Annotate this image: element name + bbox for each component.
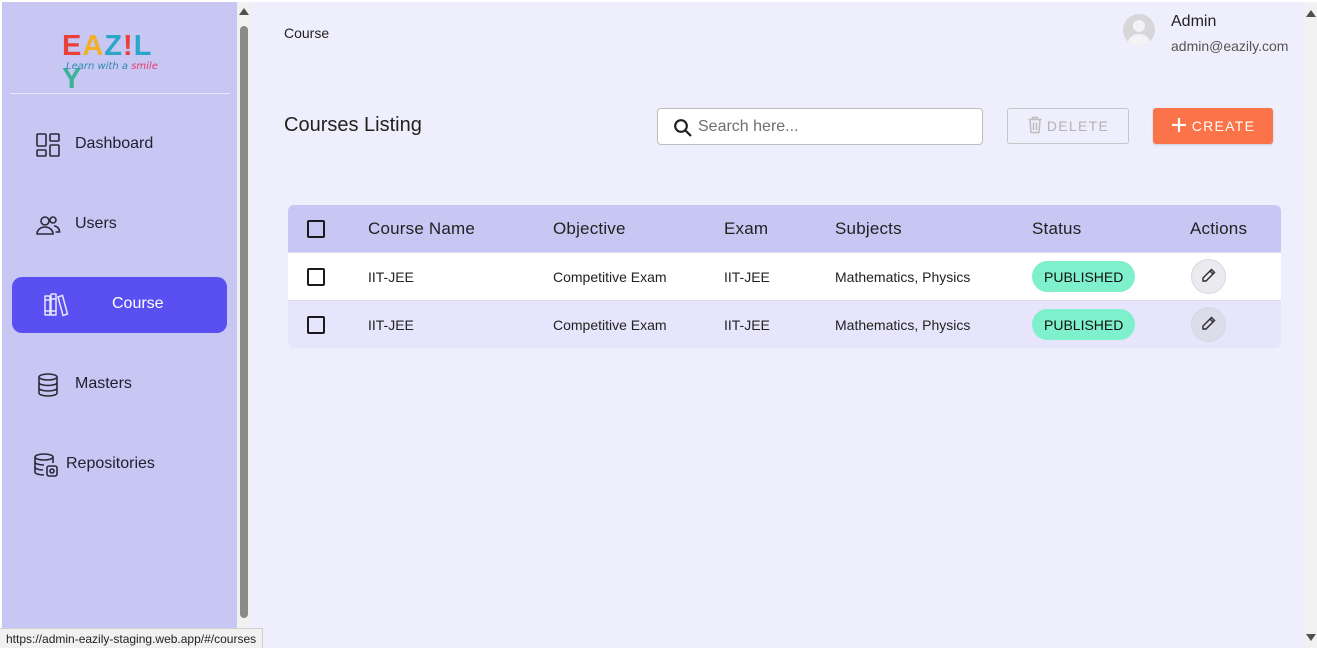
sidebar-item-label: Masters	[75, 375, 132, 392]
sidebar-item-label: Users	[75, 215, 117, 232]
row-checkbox[interactable]	[307, 267, 325, 286]
column-header-exam[interactable]: Exam	[724, 205, 768, 252]
subjects-cell: Mathematics, Physics	[835, 316, 971, 333]
sidebar-item-label: Dashboard	[75, 135, 154, 152]
eazily-logo[interactable]: EAZ!LY Learn with a smile	[60, 30, 172, 95]
user-name: Admin	[1171, 13, 1217, 30]
column-header-course-name[interactable]: Course Name	[368, 205, 475, 252]
logo-letter: A	[82, 30, 105, 62]
column-header-status[interactable]: Status	[1032, 205, 1081, 252]
avatar-body	[1128, 34, 1150, 46]
avatar[interactable]	[1123, 14, 1155, 46]
course-name-cell: IIT-JEE	[368, 268, 414, 285]
exam-cell: IIT-JEE	[724, 316, 770, 333]
scroll-up-icon[interactable]	[1306, 10, 1316, 17]
logo-letter: E	[62, 30, 83, 62]
objective-cell: Competitive Exam	[553, 268, 667, 285]
browser-status-url: https://admin-eazily-staging.web.app/#/c…	[0, 628, 264, 648]
avatar-head	[1133, 20, 1145, 32]
subjects-cell: Mathematics, Physics	[835, 268, 971, 285]
courses-table: Course Name Objective Exam Subjects Stat…	[288, 205, 1281, 348]
delete-button[interactable]: DELETE	[1007, 108, 1129, 144]
status-badge: PUBLISHED	[1032, 309, 1136, 340]
column-header-subjects[interactable]: Subjects	[835, 205, 902, 252]
main-content: Course Admin admin@eazily.com Courses Li…	[251, 2, 1304, 648]
database-icon	[34, 371, 62, 399]
edit-button[interactable]	[1191, 307, 1226, 342]
sidebar-item-course[interactable]: Course	[12, 277, 227, 333]
sidebar-item-label: Course	[112, 295, 164, 312]
sidebar: EAZ!LY Learn with a smile Dashboard User…	[2, 2, 237, 648]
column-header-actions: Actions	[1190, 218, 1248, 238]
create-button-label: CREATE	[1191, 118, 1256, 134]
row-select-cell	[307, 301, 325, 348]
search-icon	[673, 118, 693, 138]
objective-cell: Competitive Exam	[553, 316, 667, 333]
logo-letter: Z	[104, 30, 124, 62]
page-scrollbar[interactable]	[1304, 2, 1317, 648]
user-email: admin@eazily.com	[1171, 38, 1289, 54]
scroll-down-icon[interactable]	[1306, 634, 1316, 641]
search-input[interactable]	[698, 115, 968, 139]
status-cell: PUBLISHED	[1032, 253, 1136, 300]
table-header: Course Name Objective Exam Subjects Stat…	[288, 205, 1281, 252]
logo-tagline: Learn with a smile	[66, 61, 158, 72]
row-select-cell	[307, 253, 325, 300]
logo-letter: !	[123, 30, 134, 62]
sidebar-divider	[10, 93, 230, 94]
logo-tagline-prefix: Learn with a	[66, 61, 132, 72]
scroll-up-icon[interactable]	[239, 8, 249, 15]
sidebar-scrollbar[interactable]	[237, 2, 251, 648]
sidebar-item-dashboard[interactable]: Dashboard	[12, 117, 227, 173]
search-box[interactable]	[657, 108, 983, 145]
row-checkbox[interactable]	[307, 315, 325, 334]
plus-icon	[1171, 117, 1187, 136]
books-icon	[42, 291, 70, 319]
trash-icon	[1027, 116, 1043, 137]
table-row[interactable]: IIT-JEE Competitive Exam IIT-JEE Mathema…	[288, 300, 1281, 348]
logo-tagline-smile: smile	[131, 61, 158, 72]
select-all-cell	[307, 205, 325, 252]
course-name-cell: IIT-JEE	[368, 316, 414, 333]
table-row[interactable]: IIT-JEE Competitive Exam IIT-JEE Mathema…	[288, 252, 1281, 300]
status-badge: PUBLISHED	[1032, 261, 1136, 292]
sidebar-item-repositories[interactable]: Repositories	[12, 437, 227, 493]
logo-letter: L	[133, 30, 153, 62]
app-window: EAZ!LY Learn with a smile Dashboard User…	[0, 0, 1317, 648]
sidebar-item-masters[interactable]: Masters	[12, 357, 227, 413]
column-header-objective[interactable]: Objective	[553, 205, 626, 252]
actions-cell	[1191, 301, 1226, 348]
breadcrumb: Course	[284, 25, 330, 41]
exam-cell: IIT-JEE	[724, 268, 770, 285]
page-title: Courses Listing	[284, 114, 422, 136]
scrollbar-thumb[interactable]	[240, 26, 248, 618]
status-cell: PUBLISHED	[1032, 301, 1136, 348]
actions-cell	[1191, 253, 1226, 300]
sidebar-item-label: Repositories	[66, 455, 155, 472]
delete-button-label: DELETE	[1046, 118, 1110, 134]
pencil-icon	[1200, 267, 1217, 287]
dashboard-icon	[34, 131, 62, 159]
create-button[interactable]: CREATE	[1153, 108, 1273, 144]
pencil-icon	[1200, 315, 1217, 335]
repository-icon	[32, 451, 60, 479]
sidebar-item-users[interactable]: Users	[12, 197, 227, 253]
users-icon	[34, 211, 62, 239]
edit-button[interactable]	[1191, 259, 1226, 294]
select-all-checkbox[interactable]	[307, 219, 325, 238]
